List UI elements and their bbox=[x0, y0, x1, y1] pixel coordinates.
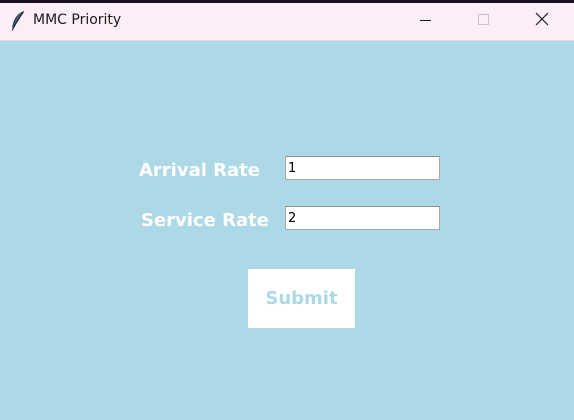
window-title: MMC Priority bbox=[33, 12, 122, 28]
close-button[interactable] bbox=[519, 3, 565, 40]
title-bar[interactable]: MMC Priority bbox=[0, 3, 574, 41]
submit-button[interactable]: Submit bbox=[248, 269, 355, 328]
maximize-icon bbox=[478, 13, 490, 31]
close-icon bbox=[535, 12, 549, 31]
minimize-button[interactable] bbox=[403, 3, 449, 40]
maximize-button[interactable] bbox=[461, 3, 507, 40]
app-window: MMC Priority Arrival Rate Service Rate S… bbox=[0, 0, 574, 420]
service-rate-label: Service Rate bbox=[141, 210, 269, 231]
arrival-rate-label: Arrival Rate bbox=[139, 160, 260, 181]
arrival-rate-input[interactable] bbox=[285, 156, 440, 180]
feather-icon bbox=[10, 11, 26, 31]
minimize-icon bbox=[420, 13, 432, 31]
service-rate-input[interactable] bbox=[285, 206, 440, 230]
